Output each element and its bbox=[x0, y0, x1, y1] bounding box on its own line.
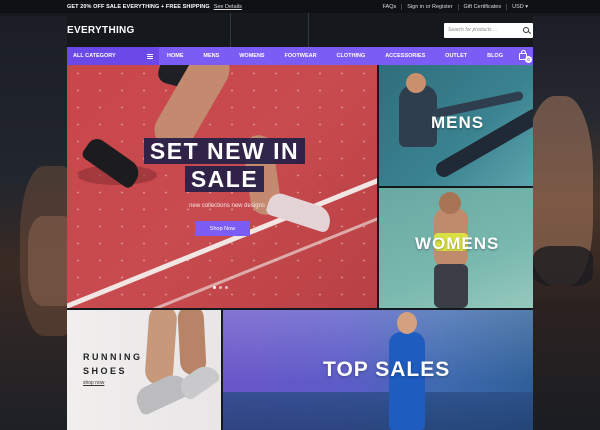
hero-banner[interactable]: SET NEW IN SALE new collections new desi… bbox=[67, 65, 377, 308]
nav-item-home[interactable]: HOME bbox=[167, 53, 184, 59]
all-category-label: ALL CATEGORY bbox=[73, 53, 116, 59]
nav-item-womens[interactable]: WOMENS bbox=[239, 53, 264, 59]
shop-now-button[interactable]: Shop Now bbox=[195, 221, 250, 236]
top-sales-tile[interactable]: TOP SALES bbox=[223, 310, 533, 430]
womens-category-tile[interactable]: WOMENS bbox=[379, 188, 533, 308]
womens-label: WOMENS bbox=[415, 234, 500, 253]
nav-item-accessories[interactable]: ACCESSORIES bbox=[385, 53, 425, 59]
running-shoes-tile[interactable]: RUNNING SHOES shop now bbox=[67, 310, 221, 430]
slider-dot-active[interactable] bbox=[213, 286, 216, 289]
menu-icon bbox=[147, 53, 153, 59]
search-input[interactable]: Search for products ... bbox=[448, 27, 523, 33]
model-leg bbox=[434, 264, 468, 308]
hero-title: SET NEW IN SALE bbox=[132, 137, 317, 193]
running-title-line1: RUNNING bbox=[83, 352, 143, 362]
all-category-button[interactable]: ALL CATEGORY bbox=[67, 47, 159, 65]
background-right bbox=[533, 16, 600, 430]
cart-count-badge: 0 bbox=[525, 56, 532, 63]
currency-selector[interactable]: USD ▾ bbox=[506, 3, 533, 10]
top-bar: GET 20% OFF SALE EVERYTHING + FREE SHIPP… bbox=[0, 0, 600, 13]
header: EVERYTHING Search for products ... bbox=[67, 13, 533, 47]
background-left bbox=[0, 16, 67, 430]
running-shoes-title: RUNNING SHOES bbox=[83, 350, 143, 378]
slider-dot[interactable] bbox=[219, 286, 222, 289]
nav-items: HOME MENS WOMENS FOOTWEAR CLOTHING ACCES… bbox=[159, 53, 513, 59]
sea-background bbox=[223, 392, 533, 430]
running-title-line2: SHOES bbox=[83, 366, 128, 376]
top-sales-label: TOP SALES bbox=[323, 358, 451, 381]
model-head bbox=[406, 73, 426, 93]
mens-category-tile[interactable]: MENS bbox=[379, 65, 533, 186]
shop-now-link[interactable]: shop now bbox=[83, 380, 104, 386]
promo-text: GET 20% OFF SALE EVERYTHING + FREE SHIPP… bbox=[67, 3, 210, 10]
promo-details-link[interactable]: See Details bbox=[214, 4, 242, 10]
sign-in-link[interactable]: Sign in or Register bbox=[401, 3, 457, 10]
model-head bbox=[397, 312, 417, 334]
model-head bbox=[439, 192, 461, 214]
search-icon[interactable] bbox=[523, 27, 529, 33]
nav-item-mens[interactable]: MENS bbox=[203, 53, 219, 59]
nav-item-blog[interactable]: BLOG bbox=[487, 53, 503, 59]
hero-title-line2: SALE bbox=[184, 166, 265, 192]
top-links: FAQs Sign in or Register Gift Certificat… bbox=[377, 3, 533, 10]
search-box[interactable]: Search for products ... bbox=[444, 22, 533, 38]
hero-title-line1: SET NEW IN bbox=[143, 138, 306, 164]
hero-subtitle: new collections new designs bbox=[189, 203, 265, 209]
slider-pager bbox=[213, 286, 228, 289]
main-nav: ALL CATEGORY HOME MENS WOMENS FOOTWEAR C… bbox=[67, 47, 533, 65]
faqs-link[interactable]: FAQs bbox=[377, 4, 401, 10]
mens-label: MENS bbox=[431, 113, 485, 132]
slider-dot[interactable] bbox=[225, 286, 228, 289]
nav-item-footwear[interactable]: FOOTWEAR bbox=[285, 53, 317, 59]
site-logo[interactable]: EVERYTHING bbox=[67, 25, 135, 36]
nav-item-clothing[interactable]: CLOTHING bbox=[337, 53, 366, 59]
nav-item-outlet[interactable]: OUTLET bbox=[445, 53, 467, 59]
cart-button[interactable]: 0 bbox=[513, 47, 533, 65]
gift-certificates-link[interactable]: Gift Certificates bbox=[457, 3, 507, 10]
